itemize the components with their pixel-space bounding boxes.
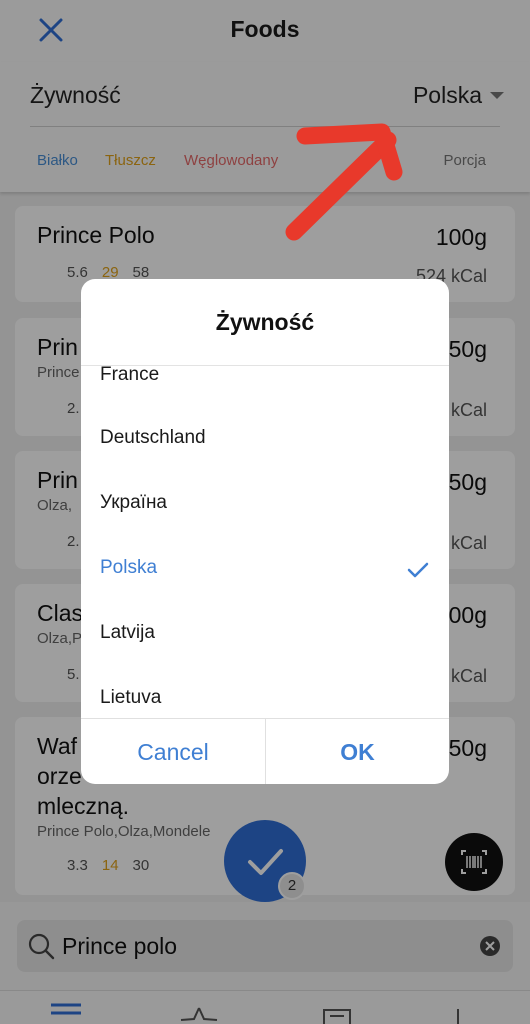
country-option-ukraina[interactable]: Україна xyxy=(100,492,167,514)
country-list[interactable]: France Deutschland Україна Polska Latvij… xyxy=(81,365,449,718)
country-option-deutschland[interactable]: Deutschland xyxy=(100,427,206,449)
check-icon xyxy=(407,562,429,578)
country-option-polska[interactable]: Polska xyxy=(100,557,157,579)
country-option-latvija[interactable]: Latvija xyxy=(100,622,155,644)
country-option-france[interactable]: France xyxy=(100,366,159,386)
dialog-actions: Cancel OK xyxy=(81,718,449,784)
ok-button[interactable]: OK xyxy=(265,719,449,784)
country-dialog: Żywność France Deutschland Україна Polsk… xyxy=(81,279,449,784)
annotation-arrow-icon xyxy=(285,123,403,241)
cancel-button[interactable]: Cancel xyxy=(81,719,265,784)
country-option-lietuva[interactable]: Lietuva xyxy=(100,687,161,709)
dialog-title: Żywność xyxy=(215,309,315,335)
